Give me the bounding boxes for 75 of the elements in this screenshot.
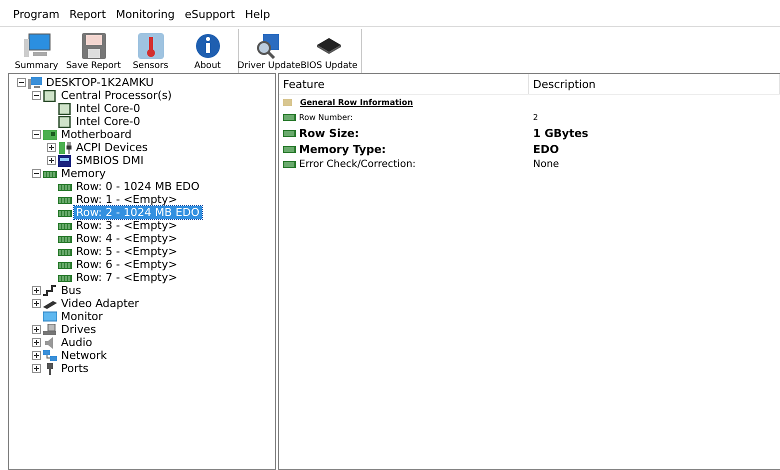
battery-plug-icon: [58, 142, 72, 154]
expand-toggle[interactable]: [32, 351, 41, 360]
feature-text: Memory Type:: [299, 142, 386, 156]
expand-toggle[interactable]: [47, 143, 56, 152]
memory-module-icon: [283, 114, 296, 121]
toolbar-button[interactable]: About: [179, 29, 236, 73]
feature-text: Row Size:: [299, 126, 359, 140]
monitor-icon: [43, 310, 57, 322]
tree-item[interactable]: Motherboard: [59, 128, 134, 141]
tree-item[interactable]: Row: 4 - <Empty>: [74, 232, 180, 245]
value-text: None: [532, 159, 560, 170]
tree-item[interactable]: Monitor: [59, 310, 105, 323]
memory-module-icon: [283, 130, 296, 136]
tree-item[interactable]: Network: [59, 349, 109, 362]
tree-item[interactable]: Audio: [59, 336, 94, 349]
value-text: 1 GBytes: [532, 126, 590, 140]
collapse-toggle[interactable]: [32, 169, 41, 178]
expand-toggle[interactable]: [32, 338, 41, 347]
column-header[interactable]: Feature: [279, 74, 529, 94]
value-text: EDO: [532, 142, 560, 156]
tree-item[interactable]: DESKTOP-1K2AMKU: [44, 76, 156, 89]
tree-item[interactable]: Bus: [59, 284, 84, 297]
toolbar-button[interactable]: Save Report: [65, 29, 122, 73]
feature-text: General Row Information: [299, 98, 413, 107]
expand-toggle[interactable]: [32, 299, 41, 308]
info-icon: [194, 33, 222, 59]
tree-item[interactable]: Row: 6 - <Empty>: [74, 258, 180, 271]
toolbar-button[interactable]: Driver Update: [239, 29, 299, 73]
menu-item[interactable]: Report: [66, 8, 109, 26]
network-icon: [43, 350, 57, 362]
computer-icon: [28, 76, 42, 88]
tree-item[interactable]: ACPI Devices: [74, 141, 150, 154]
circuit-board-icon: [43, 128, 57, 140]
menu-item[interactable]: Program: [10, 8, 62, 26]
menu-item[interactable]: Help: [242, 8, 274, 26]
chip-icon: [58, 116, 72, 128]
menu-item[interactable]: eSupport: [182, 8, 238, 26]
tree-item[interactable]: Central Processor(s): [59, 89, 174, 102]
chip-icon: [58, 102, 72, 114]
drive-icon: [43, 324, 57, 336]
tree-item[interactable]: Row: 3 - <Empty>: [74, 219, 180, 232]
expand-toggle[interactable]: [32, 325, 41, 334]
collapse-toggle[interactable]: [17, 78, 26, 87]
folder-icon: [283, 99, 292, 106]
tree-item[interactable]: SMBIOS DMI: [74, 154, 146, 167]
feature-text: Row Number:: [299, 113, 353, 122]
tree-item[interactable]: Ports: [59, 362, 91, 375]
feature-text: Error Check/Correction:: [299, 159, 416, 170]
thermometer-icon: [136, 33, 164, 59]
monitor-icon: [22, 33, 50, 59]
tree-item[interactable]: Drives: [59, 323, 98, 336]
collapse-toggle[interactable]: [32, 130, 41, 139]
memory-module-icon: [283, 146, 296, 152]
menu-item[interactable]: Monitoring: [112, 8, 178, 26]
expand-toggle[interactable]: [32, 364, 41, 373]
tree-item[interactable]: Intel Core-0: [74, 115, 142, 128]
tree-item[interactable]: Row: 7 - <Empty>: [74, 271, 180, 284]
column-header[interactable]: Description: [529, 74, 780, 94]
bus-connector-icon: [43, 284, 57, 296]
collapse-toggle[interactable]: [32, 91, 41, 100]
toolbar-button[interactable]: BIOS Update: [299, 29, 359, 73]
tree-item[interactable]: Row: 1 - <Empty>: [74, 193, 180, 206]
tree-item[interactable]: Video Adapter: [59, 297, 141, 310]
toolbar-button[interactable]: Summary: [8, 29, 65, 73]
value-text: 2: [532, 113, 540, 122]
dmi-chip-icon: [58, 154, 72, 166]
tree-item[interactable]: Memory: [59, 167, 108, 180]
tree-item[interactable]: Row: 0 - 1024 MB EDO: [74, 180, 202, 193]
tree-item[interactable]: Row: 5 - <Empty>: [74, 245, 180, 258]
expand-toggle[interactable]: [47, 156, 56, 165]
chip-icon: [43, 90, 57, 102]
expand-toggle[interactable]: [32, 286, 41, 295]
memory-module-icon: [283, 161, 296, 168]
toolbar-button[interactable]: Sensors: [122, 29, 179, 73]
tree-item[interactable]: Intel Core-0: [74, 102, 142, 115]
